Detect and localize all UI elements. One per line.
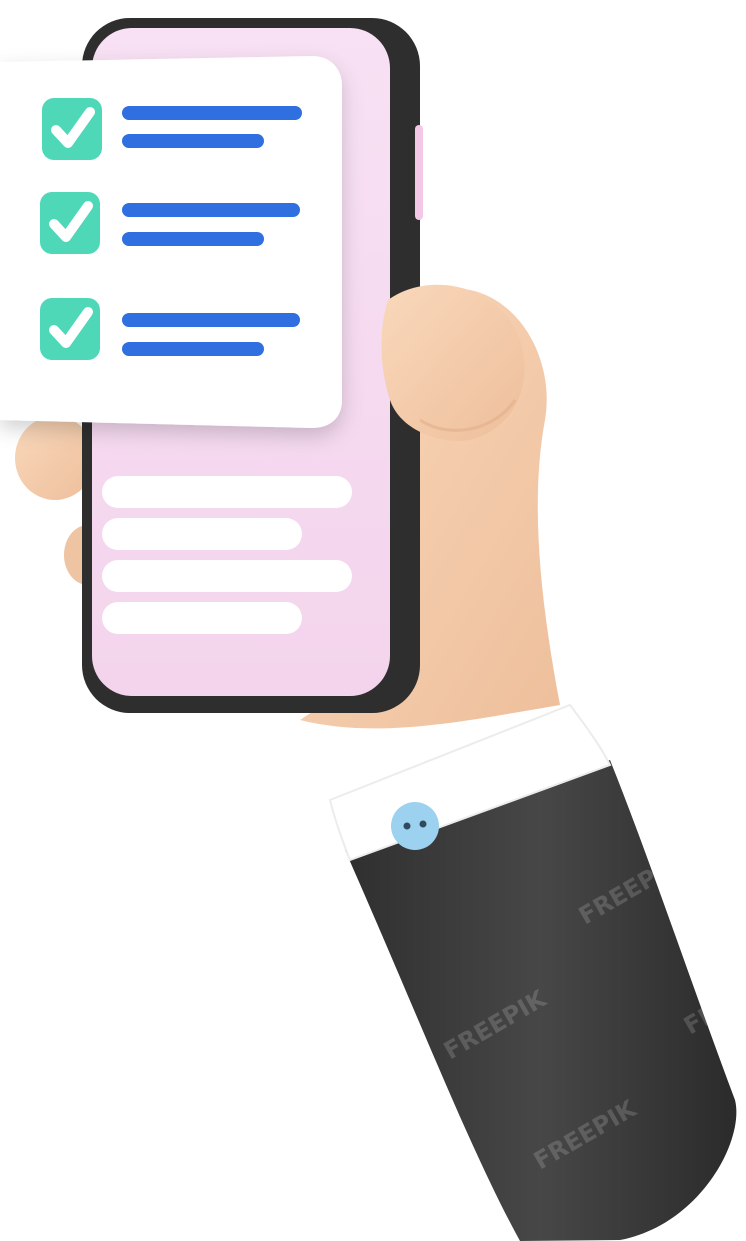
screen-row: [102, 602, 302, 634]
cuff-button: [391, 802, 439, 850]
screen-row: [102, 476, 352, 508]
screen-row: [102, 560, 352, 592]
screen-row: [102, 518, 302, 550]
illustration-canvas: FREEPIK FREEPIK FREEPIK FREEPIK: [0, 18, 746, 1241]
